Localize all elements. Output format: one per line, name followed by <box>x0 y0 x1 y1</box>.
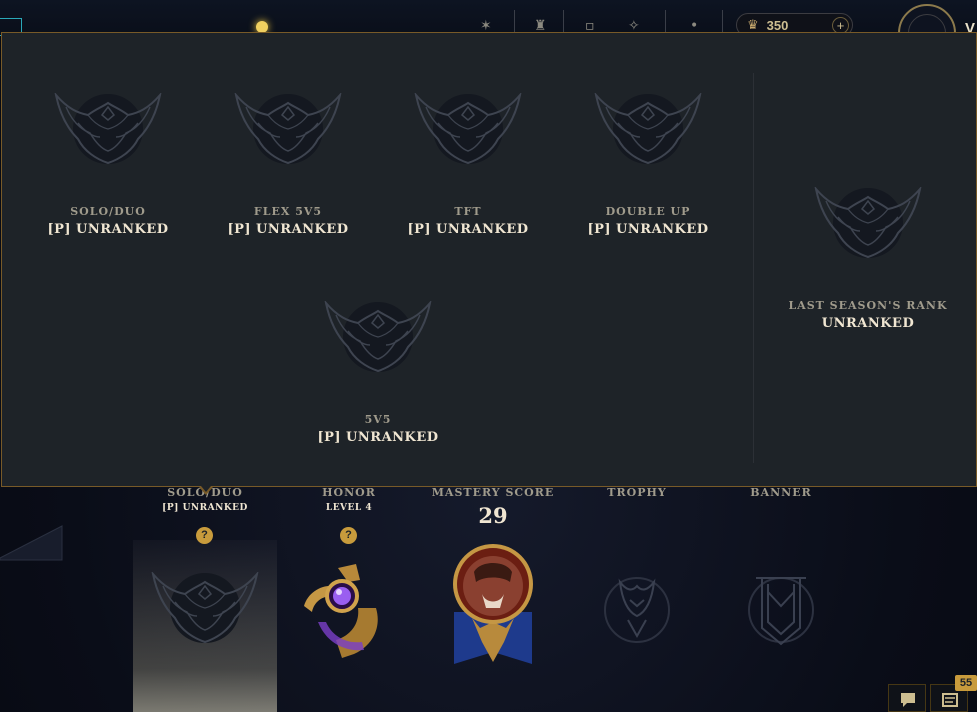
honor-emblem-icon <box>304 564 378 658</box>
showcase-honor[interactable]: HONOR LEVEL 4 <box>277 486 421 513</box>
mastery-score: 29 <box>478 503 508 528</box>
unranked-emblem-icon <box>55 93 161 165</box>
last-season-rank: LAST SEASON'S RANK UNRANKED <box>778 187 958 331</box>
ranked-help-icon[interactable]: ? <box>196 527 213 544</box>
ranked-details-popup: SOLO/DUO [P] UNRANKED FLEX 5V5 [P] UNRAN… <box>1 32 977 487</box>
popup-pointer-inner <box>201 486 211 492</box>
nav-divider <box>563 10 564 34</box>
honor-help-icon[interactable]: ? <box>340 527 357 544</box>
honor-title: HONOR <box>322 486 376 499</box>
rank-value: [P] UNRANKED <box>227 222 349 237</box>
banner-placeholder-icon <box>748 577 814 646</box>
rank-value: [P] UNRANKED <box>47 222 169 237</box>
unranked-emblem-icon <box>595 93 701 165</box>
top-navigation-bar: ✶ ♜ ▫ ✧ • ♛ 350 + V <box>0 0 977 62</box>
rank-value: [P] UNRANKED <box>407 222 529 237</box>
nav-divider <box>665 10 666 34</box>
rank-queue-name: SOLO/DUO <box>70 205 146 218</box>
rank-entry-solo-duo: SOLO/DUO [P] UNRANKED <box>18 93 198 237</box>
mastery-title: MASTERY SCORE <box>431 486 555 499</box>
rank-value: [P] UNRANKED <box>317 430 439 445</box>
last-season-value: UNRANKED <box>821 316 915 331</box>
unranked-emblem-icon <box>815 187 921 259</box>
last-season-label: LAST SEASON'S RANK <box>788 299 948 312</box>
trophy-title: TROPHY <box>607 486 667 499</box>
unranked-emblem-icon <box>415 93 521 165</box>
nav-divider <box>514 10 515 34</box>
rank-value: [P] UNRANKED <box>587 222 709 237</box>
rank-queue-name: 5V5 <box>364 413 392 426</box>
ranked-emblem-icon <box>152 572 258 644</box>
rank-queue-name: TFT <box>454 205 482 218</box>
chat-button[interactable] <box>888 684 926 712</box>
banner-title: BANNER <box>750 486 812 499</box>
rank-entry-tft: TFT [P] UNRANKED <box>378 93 558 237</box>
unranked-emblem-icon <box>235 93 341 165</box>
honor-level: LEVEL 4 <box>325 503 373 513</box>
currency-amount: 350 <box>766 17 789 33</box>
nav-divider <box>722 10 723 34</box>
notification-count-badge: 55 <box>955 675 977 691</box>
showcase-trophy[interactable]: TROPHY <box>565 486 709 499</box>
rank-entry-flex: FLEX 5V5 [P] UNRANKED <box>198 93 378 237</box>
rank-queue-name: FLEX 5V5 <box>253 205 323 218</box>
champion-mastery-icon <box>453 544 533 664</box>
popup-divider <box>753 73 754 463</box>
trophy-placeholder-icon <box>604 577 670 643</box>
chat-icon <box>901 693 915 707</box>
rank-entry-5v5: 5V5 [P] UNRANKED <box>288 301 468 445</box>
rank-entry-double-up: DOUBLE UP [P] UNRANKED <box>558 93 738 237</box>
showcase-banner[interactable]: BANNER <box>709 486 853 499</box>
ranked-subtitle: [P] UNRANKED <box>162 503 248 513</box>
background-wedge <box>0 525 63 561</box>
riot-points-icon: ♛ <box>747 17 759 33</box>
rank-queue-name: DOUBLE UP <box>605 205 691 218</box>
unranked-emblem-icon <box>325 301 431 373</box>
showcase-mastery[interactable]: MASTERY SCORE 29 <box>421 486 565 528</box>
